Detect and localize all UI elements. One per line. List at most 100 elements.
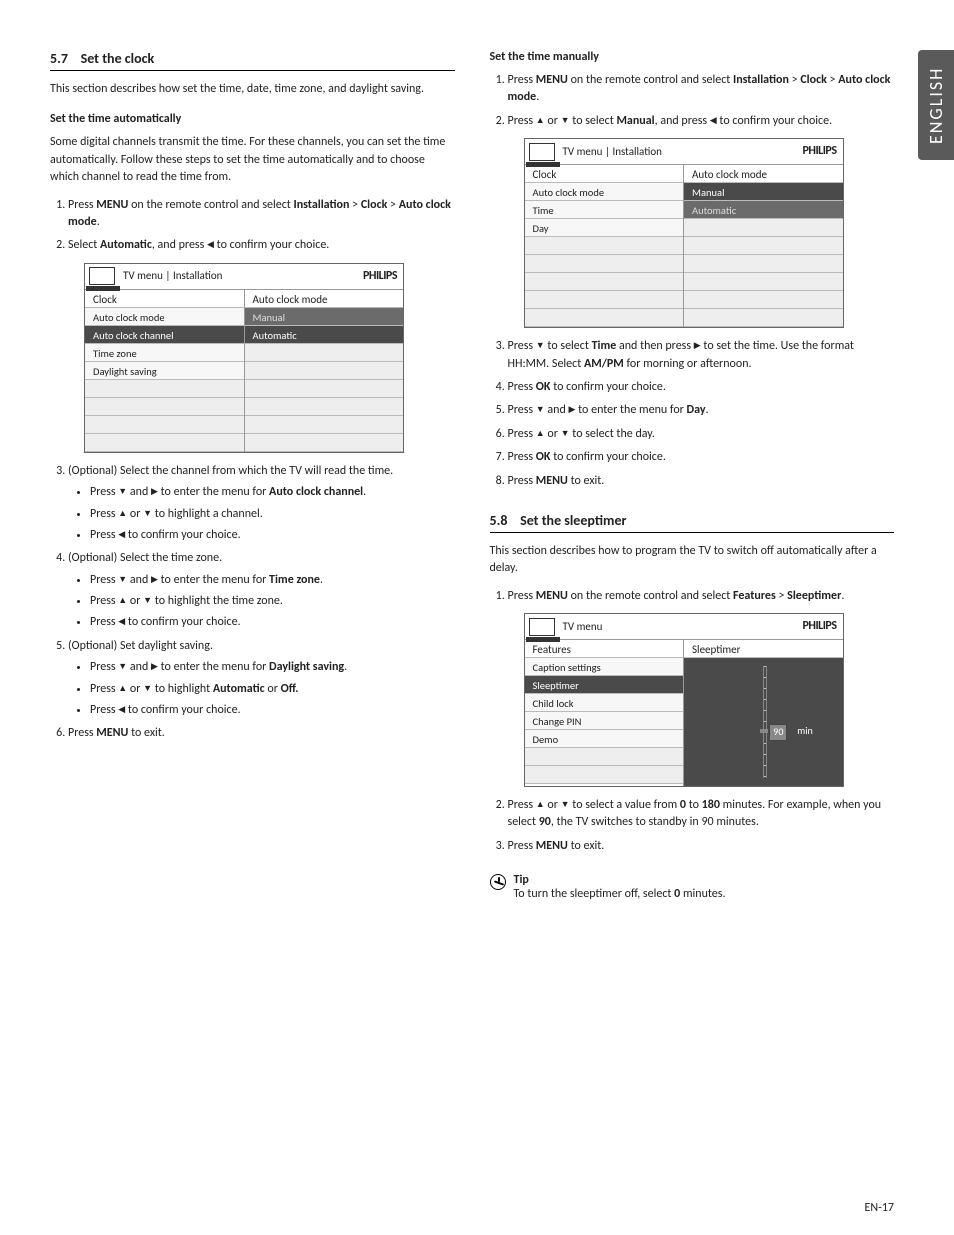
t: to confirm your choice. bbox=[550, 450, 665, 464]
t: Press bbox=[508, 839, 536, 853]
t: Auto clock channel bbox=[269, 485, 363, 499]
subheading-manual: Set the time manually bbox=[490, 50, 895, 64]
tv-item: Auto clock mode bbox=[85, 308, 244, 326]
t: Press bbox=[90, 615, 118, 629]
tv-item: Time bbox=[525, 201, 684, 219]
t: Press bbox=[90, 682, 118, 696]
slider-track bbox=[763, 666, 767, 778]
section-title: Set the clock bbox=[81, 50, 155, 67]
step-item: Select Automatic, and press ◀ to confirm… bbox=[68, 237, 455, 452]
manual-steps: Press MENU on the remote control and sel… bbox=[508, 72, 895, 490]
down-arrow-icon: ▼ bbox=[536, 403, 545, 416]
tv-empty bbox=[684, 309, 843, 327]
t: on the remote control and select bbox=[568, 589, 733, 603]
auto-intro: Some digital channels transmit the time.… bbox=[50, 134, 455, 186]
t: . bbox=[536, 90, 539, 104]
down-arrow-icon: ▼ bbox=[143, 594, 152, 607]
down-arrow-icon: ▼ bbox=[118, 485, 127, 498]
t: and bbox=[127, 485, 151, 499]
t: and bbox=[545, 403, 569, 417]
t: , the TV switches to standby in 90 minut… bbox=[551, 815, 759, 829]
step-item: Press MENU on the remote control and sel… bbox=[508, 588, 895, 787]
t: to bbox=[686, 798, 702, 812]
tv-col-label: Clock bbox=[85, 290, 244, 308]
t: MENU bbox=[536, 839, 568, 853]
right-column: Set the time manually Press MENU on the … bbox=[490, 50, 895, 901]
step-item: Press MENU to exit. bbox=[508, 473, 895, 490]
tv-option: Automatic bbox=[684, 201, 843, 219]
t: Installation bbox=[294, 198, 350, 212]
t: Press bbox=[508, 114, 536, 128]
step-item: (Optional) Select the channel from which… bbox=[68, 463, 455, 545]
t: Installation bbox=[733, 73, 789, 87]
philips-logo: PHILIPS bbox=[363, 268, 397, 285]
t: to select a value from bbox=[570, 798, 680, 812]
tip-block: Tip To turn the sleeptimer off, select 0… bbox=[490, 873, 895, 901]
t: to confirm your choice. bbox=[125, 615, 240, 629]
section-number: 5.8 bbox=[490, 512, 508, 529]
t: for morning or afternoon. bbox=[624, 357, 752, 371]
left-arrow-icon: ◀ bbox=[207, 238, 214, 251]
tv-empty bbox=[684, 237, 843, 255]
section-number: 5.7 bbox=[50, 50, 68, 67]
tv-empty bbox=[245, 434, 404, 452]
right-arrow-icon: ▶ bbox=[151, 485, 158, 498]
t: to confirm your choice. bbox=[125, 528, 240, 542]
t: Sleeptimer bbox=[787, 589, 841, 603]
left-arrow-icon: ◀ bbox=[710, 114, 717, 127]
tv-breadcrumb: TV menu | Installation bbox=[123, 268, 363, 284]
t: , and press bbox=[152, 238, 207, 252]
t: Press bbox=[508, 450, 536, 464]
tv-item: Daylight saving bbox=[85, 362, 244, 380]
tip-label: Tip bbox=[514, 873, 529, 887]
up-arrow-icon: ▲ bbox=[536, 798, 545, 811]
t: Clock bbox=[361, 198, 388, 212]
t: Automatic bbox=[100, 238, 152, 252]
tv-empty bbox=[684, 291, 843, 309]
step-item: (Optional) Set daylight saving. Press ▼ … bbox=[68, 638, 455, 720]
tv-col-label: Sleeptimer bbox=[684, 640, 843, 658]
tv-empty bbox=[525, 309, 684, 327]
left-column: 5.7 Set the clock This section describes… bbox=[50, 50, 455, 901]
tv-empty bbox=[245, 398, 404, 416]
section-heading-5-8: 5.8 Set the sleeptimer bbox=[490, 512, 895, 533]
tv-empty bbox=[525, 273, 684, 291]
right-arrow-icon: ▶ bbox=[151, 660, 158, 673]
t: OK bbox=[536, 450, 551, 464]
t: to enter the menu for bbox=[158, 573, 269, 587]
tv-breadcrumb: TV menu | Installation bbox=[563, 144, 803, 160]
t: MENU bbox=[96, 726, 128, 740]
tv-item: Auto clock mode bbox=[525, 183, 684, 201]
substep: Press ◀ to confirm your choice. bbox=[90, 527, 455, 544]
t: or bbox=[265, 682, 281, 696]
tv-item: Caption settings bbox=[525, 658, 684, 676]
substep: Press ▼ and ▶ to enter the menu for Auto… bbox=[90, 484, 455, 501]
up-arrow-icon: ▲ bbox=[536, 427, 545, 440]
t: OK bbox=[536, 380, 551, 394]
tv-screenshot-1: TV menu | Installation PHILIPS Clock Aut… bbox=[84, 263, 455, 453]
tv-empty bbox=[85, 416, 244, 434]
step-item: Press ▲ or ▼ to select the day. bbox=[508, 426, 895, 443]
t: . bbox=[320, 573, 323, 587]
t: to confirm your choice. bbox=[550, 380, 665, 394]
section-heading-5-7: 5.7 Set the clock bbox=[50, 50, 455, 71]
tv-empty bbox=[245, 344, 404, 362]
tv-empty bbox=[85, 434, 244, 452]
tv-empty bbox=[684, 255, 843, 273]
t: . bbox=[97, 215, 100, 229]
substep: Press ▼ and ▶ to enter the menu for Time… bbox=[90, 572, 455, 589]
step-item: Press OK to confirm your choice. bbox=[508, 379, 895, 396]
t: to exit. bbox=[568, 839, 604, 853]
step-item: Press MENU on the remote control and sel… bbox=[508, 72, 895, 107]
tv-empty bbox=[525, 766, 684, 784]
t: to enter the menu for bbox=[158, 485, 269, 499]
tv-item: Change PIN bbox=[525, 712, 684, 730]
t: Press bbox=[508, 474, 536, 488]
step-item: Press OK to confirm your choice. bbox=[508, 449, 895, 466]
tv-empty bbox=[525, 237, 684, 255]
down-arrow-icon: ▼ bbox=[561, 798, 570, 811]
t: or bbox=[545, 114, 561, 128]
down-arrow-icon: ▼ bbox=[118, 660, 127, 673]
t: and bbox=[127, 573, 151, 587]
t: or bbox=[545, 798, 561, 812]
